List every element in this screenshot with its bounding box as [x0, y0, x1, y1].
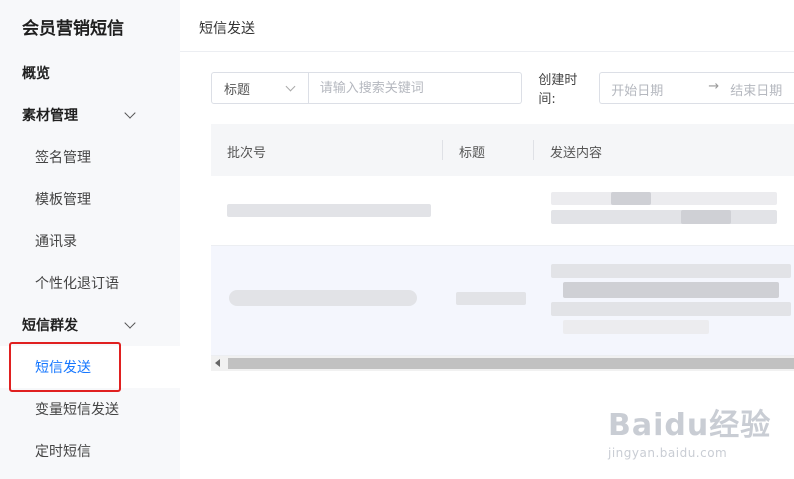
baidu-jingyan-watermark: Baidu经验 jingyan.baidu.com: [608, 400, 788, 470]
column-header-content: 发送内容: [550, 146, 603, 161]
sidebar-item-label: 通讯录: [35, 234, 77, 250]
sidebar-nav: 概览 素材管理 签名管理 模板管理 通讯录 个性化退订语 短信群发 短信发送 变…: [0, 52, 180, 472]
sidebar-item-label: 短信群发: [22, 318, 78, 334]
redacted-cell: [551, 192, 777, 205]
sidebar-item-material-management[interactable]: 素材管理: [0, 94, 180, 136]
scrollbar-thumb[interactable]: [228, 358, 794, 369]
watermark-url: jingyan.baidu.com: [608, 446, 728, 460]
sidebar-item-sms-broadcast[interactable]: 短信群发: [0, 304, 180, 346]
date-filter-label: 创建时间:: [538, 73, 578, 107]
sidebar-item-signature-management[interactable]: 签名管理: [0, 136, 180, 178]
watermark-logo: Baidu经验: [608, 408, 772, 443]
search-field-select[interactable]: 标题: [211, 72, 309, 104]
sidebar-item-contacts[interactable]: 通讯录: [0, 220, 180, 262]
search-input[interactable]: [308, 72, 523, 104]
date-range-picker[interactable]: 开始日期 → 结束日期: [599, 72, 794, 104]
column-divider: [442, 140, 443, 160]
sidebar-item-sms-send[interactable]: 短信发送: [0, 346, 180, 388]
date-start-input[interactable]: 开始日期: [611, 80, 663, 99]
arrow-right-icon: →: [708, 79, 720, 94]
sidebar-item-unsubscribe-text[interactable]: 个性化退订语: [0, 262, 180, 304]
horizontal-scrollbar[interactable]: [211, 356, 794, 371]
sidebar-item-variable-sms-send[interactable]: 变量短信发送: [0, 388, 180, 430]
sms-batch-table: 批次号 标题 发送内容: [211, 124, 794, 371]
scroll-left-icon[interactable]: [215, 359, 220, 367]
page-header: 短信发送: [180, 0, 794, 52]
redacted-cell: [551, 264, 791, 278]
chevron-down-icon: [124, 107, 136, 119]
select-value: 标题: [224, 82, 251, 98]
sidebar-item-scheduled-sms[interactable]: 定时短信: [0, 430, 180, 472]
redacted-cell: [551, 302, 791, 316]
redacted-cell: [456, 292, 526, 305]
redacted-cell: [229, 290, 417, 306]
redacted-cell: [611, 192, 651, 205]
app-title: 会员营销短信: [22, 19, 124, 39]
redacted-cell: [227, 204, 431, 217]
redacted-cell: [681, 210, 731, 224]
sidebar-item-label: 定时短信: [35, 444, 91, 460]
sidebar-item-label: 概览: [22, 66, 50, 82]
redacted-cell: [551, 210, 777, 224]
redacted-cell: [563, 282, 779, 298]
sidebar-item-label: 素材管理: [22, 108, 78, 124]
table-row[interactable]: [211, 246, 794, 356]
sidebar-item-label: 短信发送: [35, 360, 91, 376]
sidebar: 会员营销短信 概览 素材管理 签名管理 模板管理 通讯录 个性化退订语 短信群发…: [0, 0, 180, 479]
date-end-input[interactable]: 结束日期: [730, 80, 782, 99]
column-header-batch-no: 批次号: [227, 146, 267, 161]
column-divider: [533, 140, 534, 160]
table-row[interactable]: [211, 176, 794, 246]
sidebar-item-overview[interactable]: 概览: [0, 52, 180, 94]
sidebar-item-label: 签名管理: [35, 150, 91, 166]
sidebar-item-label: 变量短信发送: [35, 402, 119, 418]
filter-bar: 标题 创建时间: 开始日期 → 结束日期: [211, 72, 794, 107]
table-header: 批次号 标题 发送内容: [211, 124, 794, 176]
sidebar-item-template-management[interactable]: 模板管理: [0, 178, 180, 220]
chevron-down-icon: [285, 81, 296, 92]
page-title: 短信发送: [199, 21, 255, 37]
column-header-title: 标题: [459, 146, 486, 161]
redacted-cell: [563, 320, 709, 334]
chevron-down-icon: [124, 317, 136, 329]
sidebar-item-label: 模板管理: [35, 192, 91, 208]
sidebar-item-label: 个性化退订语: [35, 276, 119, 292]
